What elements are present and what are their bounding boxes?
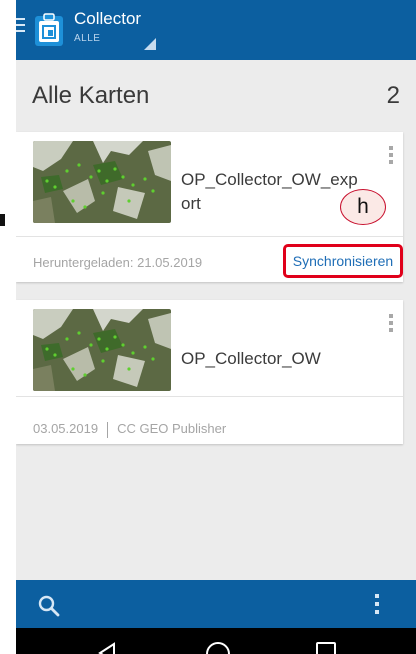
annotation-marker: h: [340, 189, 386, 225]
hamburger-icon[interactable]: [16, 18, 25, 34]
map-title: OP_Collector_OW_export: [181, 170, 358, 213]
meta-separator: [107, 421, 109, 438]
collector-clipboard-icon: [35, 13, 63, 46]
card-divider: [16, 236, 403, 237]
download-info: Heruntergeladen: 21.05.2019: [33, 255, 202, 270]
home-circle-icon[interactable]: [206, 642, 230, 654]
search-icon[interactable]: [37, 594, 61, 618]
more-vertical-icon[interactable]: [389, 146, 393, 167]
recent-apps-square-icon[interactable]: [316, 642, 336, 654]
map-date: 03.05.2019: [33, 421, 99, 436]
map-thumbnail: [33, 141, 171, 223]
page-margin-bullet: [0, 214, 5, 226]
app-filter-label[interactable]: ALLE: [74, 33, 100, 44]
bottom-toolbar: [16, 580, 416, 628]
map-thumbnail: [33, 309, 171, 391]
app-title: Collector: [74, 9, 142, 28]
map-card[interactable]: OP_Collector_OW 03.05.2019 CC GEO Publish…: [16, 300, 403, 444]
back-triangle-icon[interactable]: [96, 642, 118, 654]
app-header: Collector ALLE: [16, 0, 416, 60]
more-vertical-icon[interactable]: [389, 314, 393, 335]
card-divider: [16, 396, 403, 397]
phone-screen: Collector ALLE Alle Karten 2 OP_Collecto…: [16, 0, 416, 654]
map-meta: 03.05.2019 CC GEO Publisher: [33, 421, 226, 438]
map-owner: CC GEO Publisher: [117, 421, 227, 436]
map-count: 2: [386, 82, 400, 109]
map-title: OP_Collector_OW: [181, 349, 321, 368]
dropdown-triangle-icon[interactable]: [144, 38, 156, 50]
download-date: 21.05.2019: [137, 255, 203, 270]
system-navigation-bar: [16, 628, 416, 654]
download-label: Heruntergeladen:: [33, 255, 134, 270]
more-vertical-icon[interactable]: [375, 594, 380, 618]
synchronize-button[interactable]: Synchronisieren: [283, 244, 403, 278]
page-title: Alle Karten: [32, 82, 150, 109]
